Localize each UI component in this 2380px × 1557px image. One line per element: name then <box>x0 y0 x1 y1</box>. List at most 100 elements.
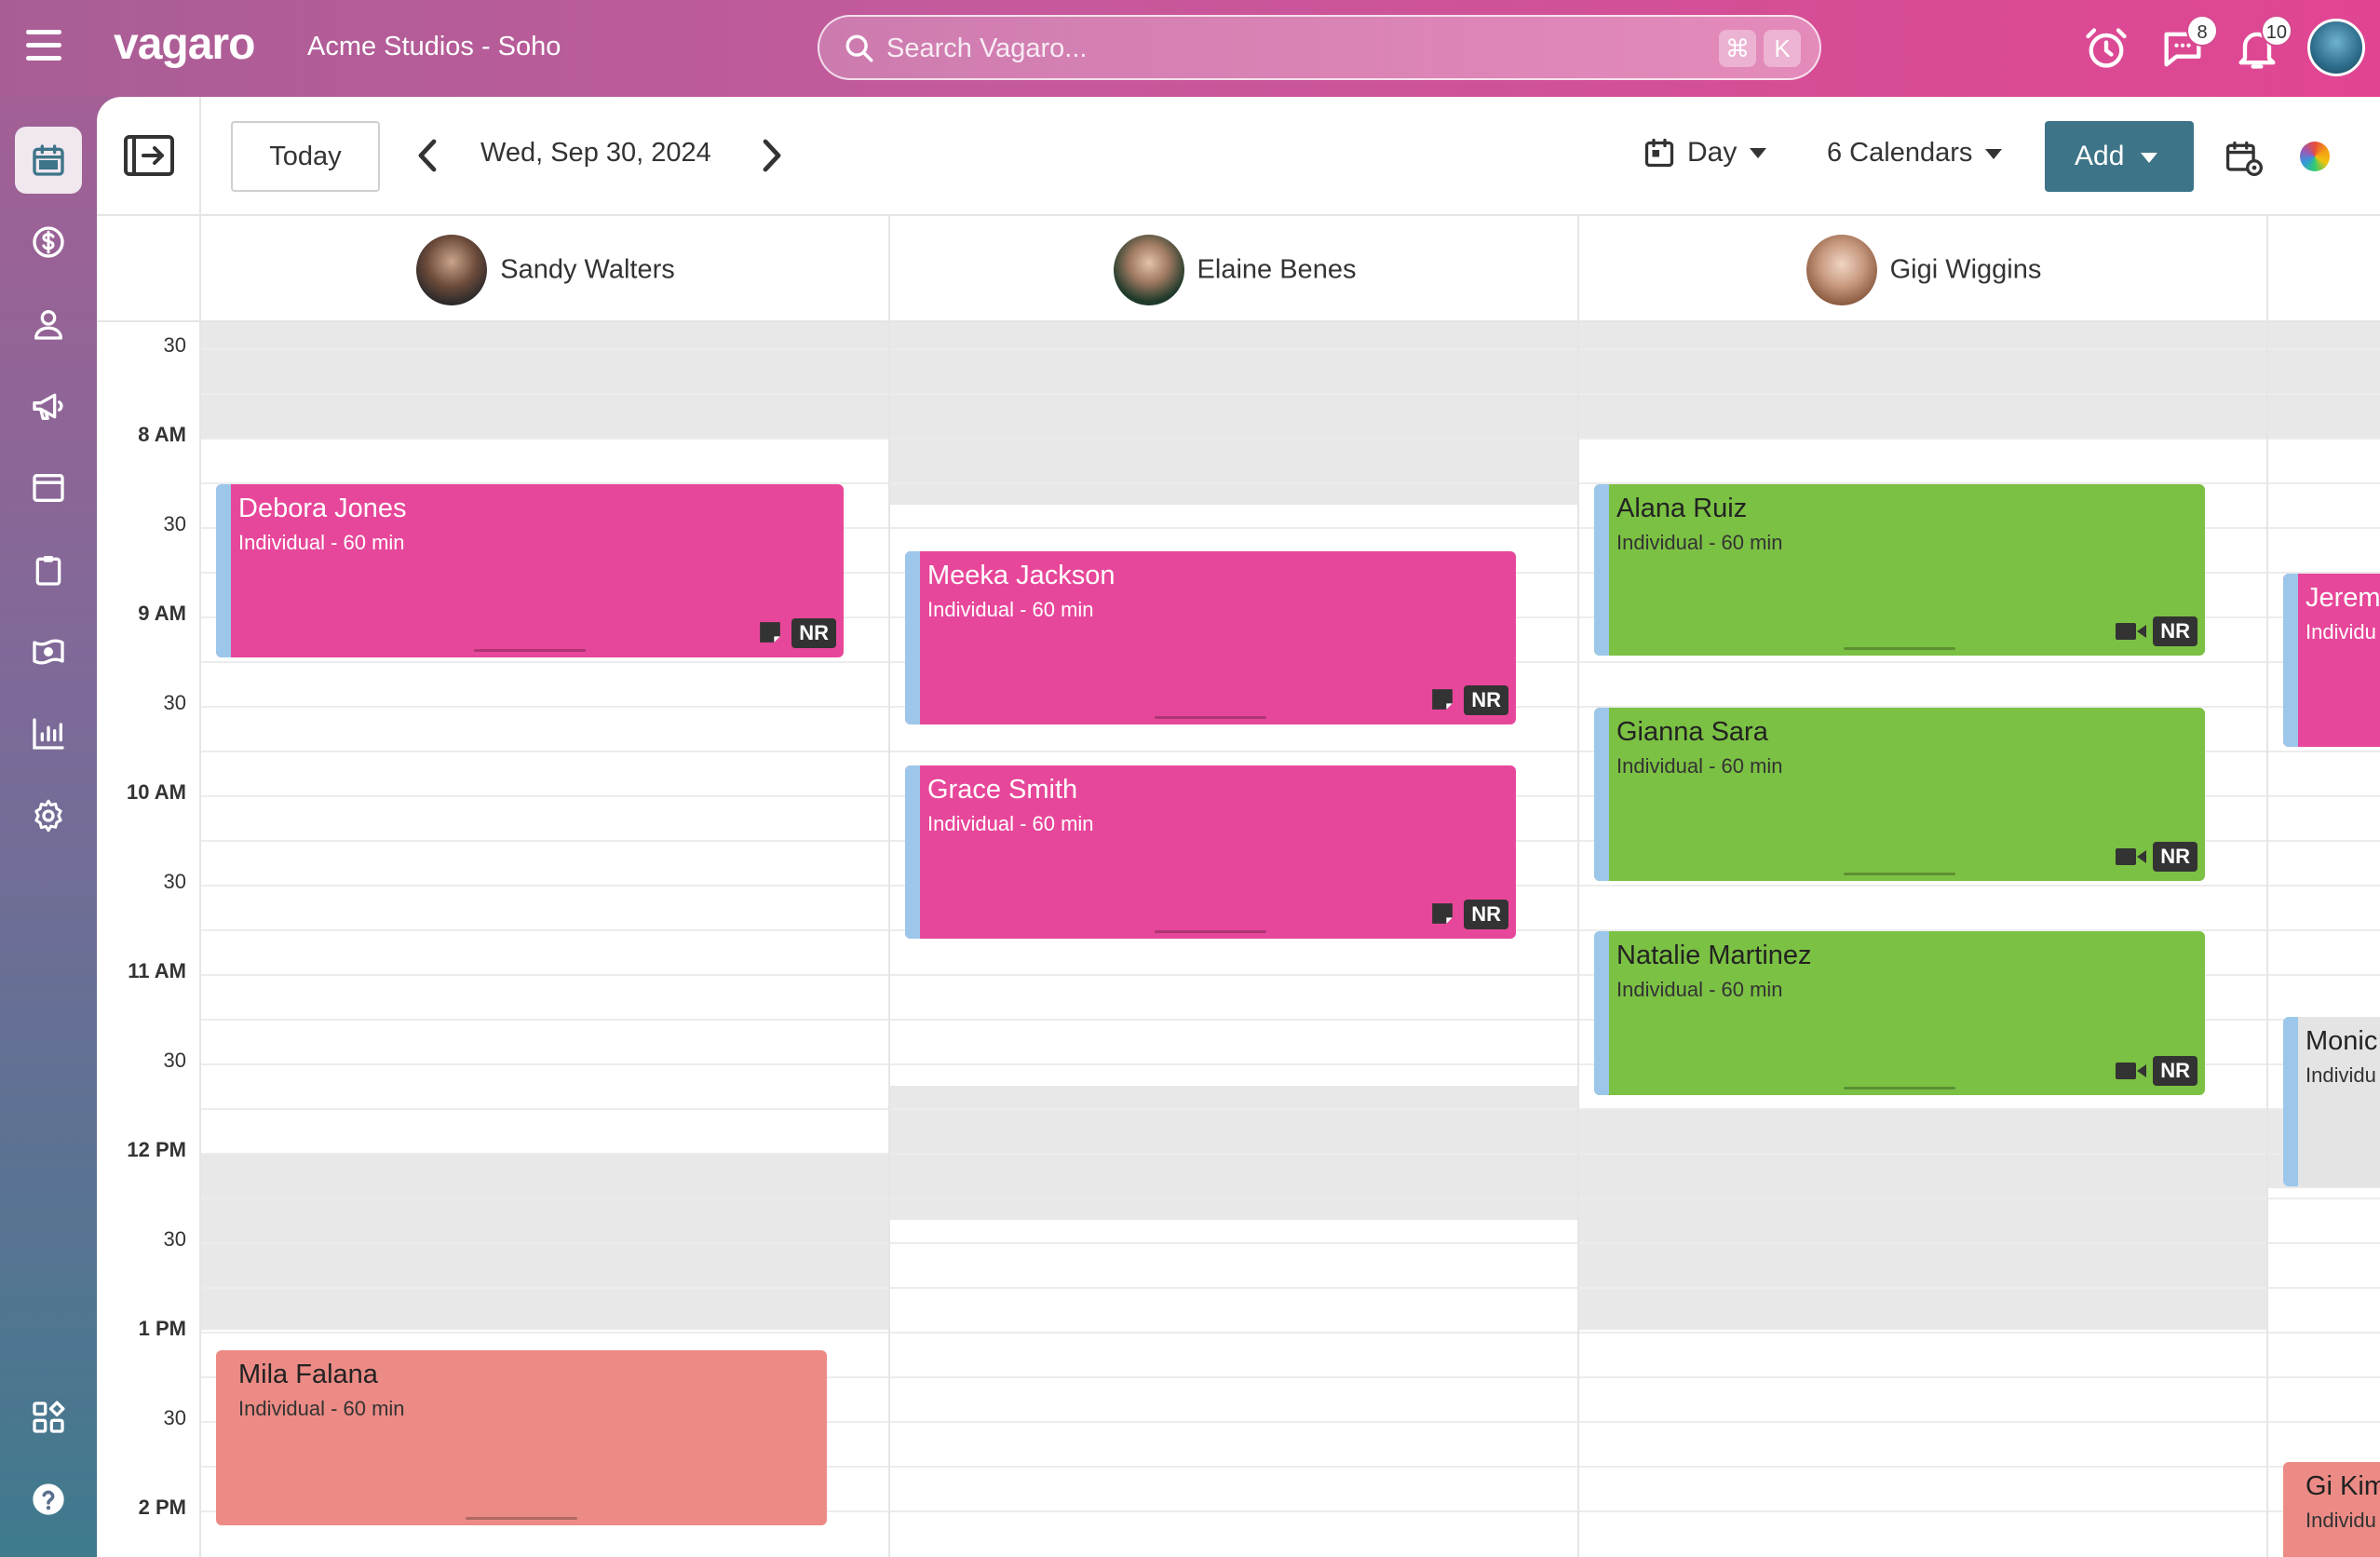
time-label: 30 <box>163 1227 186 1251</box>
nav-payments[interactable] <box>15 618 82 685</box>
left-navigation <box>0 97 97 1557</box>
nav-reports[interactable] <box>15 700 82 767</box>
previous-day-button[interactable] <box>410 134 447 177</box>
appointment-card[interactable]: Jerem Individu <box>2283 574 2380 747</box>
resize-handle[interactable] <box>474 649 586 652</box>
appointment-card[interactable]: Meeka Jackson Individual - 60 min NR <box>905 551 1516 724</box>
appointment-card[interactable]: Mila Falana Individual - 60 min <box>216 1350 827 1525</box>
nr-tag: NR <box>2153 616 2197 646</box>
alarm-clock-icon[interactable] <box>2082 24 2130 73</box>
search-input[interactable] <box>885 24 1615 73</box>
staff-name: Elaine Benes <box>1197 254 1357 285</box>
nav-calendar[interactable] <box>15 127 82 194</box>
messages-icon[interactable]: 8 <box>2158 15 2218 73</box>
today-button[interactable]: Today <box>231 121 380 192</box>
view-selector[interactable]: Day <box>1643 136 1767 179</box>
resize-handle[interactable] <box>1844 1087 1955 1090</box>
nav-checkout[interactable] <box>15 209 82 276</box>
resize-handle[interactable] <box>1155 716 1266 719</box>
chevron-left-icon <box>418 139 437 172</box>
client-name: Natalie Martinez <box>1616 941 1812 970</box>
time-label: 8 AM <box>138 423 186 446</box>
add-button[interactable]: Add <box>2045 121 2194 192</box>
chevron-down-icon <box>1985 148 2003 159</box>
appointment-card[interactable]: Alana Ruiz Individual - 60 min NR <box>1594 484 2205 656</box>
service-name: Individual - 60 min <box>927 812 1094 835</box>
shortcut-key-k: K <box>1764 30 1801 67</box>
appointment-card[interactable]: Monic Individu <box>2283 1017 2380 1186</box>
brand-logo[interactable]: vagaro <box>114 19 255 70</box>
location-switcher[interactable]: Acme Studios - Soho <box>307 32 561 62</box>
chevron-right-icon <box>763 139 781 172</box>
nr-tag: NR <box>1464 685 1508 715</box>
appointment-card[interactable]: Natalie Martinez Individual - 60 min NR <box>1594 931 2205 1095</box>
unavailable-block <box>201 1153 890 1330</box>
next-day-button[interactable] <box>752 134 790 177</box>
color-legend-icon[interactable] <box>2300 142 2330 171</box>
calendar-settings-button[interactable] <box>2224 138 2265 179</box>
search-icon <box>845 34 873 62</box>
staff-column[interactable]: Meeka Jackson Individual - 60 min NR Gra… <box>888 322 1579 1557</box>
time-label: 30 <box>163 333 186 357</box>
nav-forms[interactable] <box>15 536 82 603</box>
search-bar[interactable]: ⌘ K <box>818 15 1821 80</box>
resize-handle[interactable] <box>1844 647 1955 650</box>
notifications-badge: 10 <box>2260 15 2292 47</box>
staff-avatar <box>416 235 488 305</box>
nav-settings[interactable] <box>15 782 82 849</box>
time-label: 2 PM <box>138 1496 186 1519</box>
nav-marketing[interactable] <box>15 372 82 440</box>
messages-badge: 8 <box>2186 15 2218 47</box>
calendars-selector[interactable]: 6 Calendars <box>1827 138 2003 169</box>
time-label: 11 AM <box>128 959 186 982</box>
staff-column[interactable]: Debora Jones Individual - 60 min NR Mila… <box>199 322 890 1557</box>
resize-handle[interactable] <box>1844 873 1955 875</box>
add-button-label: Add <box>2075 141 2125 171</box>
calendar-toolbar: Today Wed, Sep 30, 2024 Day 6 Calendars … <box>97 97 2380 216</box>
browser-icon <box>33 474 64 502</box>
time-label: 9 AM <box>138 602 186 625</box>
staff-column-header[interactable]: Elaine Benes <box>888 216 1579 320</box>
nr-tag: NR <box>1464 900 1508 929</box>
help-icon <box>33 1483 64 1515</box>
staff-column[interactable]: Jerem Individu Monic Individu Gi Kim Ind… <box>2266 322 2380 1557</box>
time-label: 1 PM <box>138 1317 186 1340</box>
day-grid: 30 8 AM 30 9 AM 30 10 AM 30 11 AM 30 12 … <box>97 322 2380 1557</box>
appointment-card[interactable]: Debora Jones Individual - 60 min NR <box>216 484 844 657</box>
time-label: 10 AM <box>127 780 186 804</box>
client-name: Alana Ruiz <box>1616 494 1748 523</box>
staff-column[interactable]: Alana Ruiz Individual - 60 min NR Gianna… <box>1577 322 2268 1557</box>
staff-avatar <box>1805 235 1877 305</box>
note-icon <box>1432 689 1453 710</box>
current-date[interactable]: Wed, Sep 30, 2024 <box>480 138 711 169</box>
appointment-card[interactable]: Grace Smith Individual - 60 min NR <box>905 765 1516 939</box>
service-name: Individual - 60 min <box>238 531 405 554</box>
toggle-sidebar-button[interactable] <box>97 97 201 214</box>
chevron-down-icon <box>2141 152 2158 163</box>
menu-icon[interactable] <box>26 30 71 67</box>
view-selector-label: Day <box>1687 137 1738 169</box>
staff-header: Sandy Walters Elaine Benes Gigi Wiggins <box>97 216 2380 322</box>
appointment-card[interactable]: Gi Kim Individu <box>2283 1462 2380 1557</box>
resize-handle[interactable] <box>1155 930 1266 933</box>
nav-apps[interactable] <box>15 1384 82 1451</box>
bell-icon[interactable]: 10 <box>2233 15 2292 73</box>
client-name: Gianna Sara <box>1616 717 1768 747</box>
staff-column-header[interactable]: Gigi Wiggins <box>1577 216 2268 320</box>
user-avatar[interactable] <box>2307 19 2365 76</box>
nav-help[interactable] <box>15 1466 82 1533</box>
resize-handle[interactable] <box>466 1517 577 1520</box>
cash-icon <box>33 639 64 665</box>
sidebar-toggle-icon <box>124 135 174 176</box>
gear-icon <box>34 799 62 833</box>
staff-avatar <box>1113 235 1184 305</box>
note-icon <box>1432 903 1453 924</box>
nav-online[interactable] <box>15 454 82 521</box>
staff-column-header[interactable] <box>2266 216 2380 320</box>
nr-tag: NR <box>791 618 836 648</box>
appointment-card[interactable]: Gianna Sara Individual - 60 min NR <box>1594 708 2205 881</box>
service-name: Individu <box>2306 620 2376 643</box>
service-name: Individu <box>2306 1509 2376 1532</box>
staff-column-header[interactable]: Sandy Walters <box>199 216 890 320</box>
nav-customers[interactable] <box>15 291 82 358</box>
